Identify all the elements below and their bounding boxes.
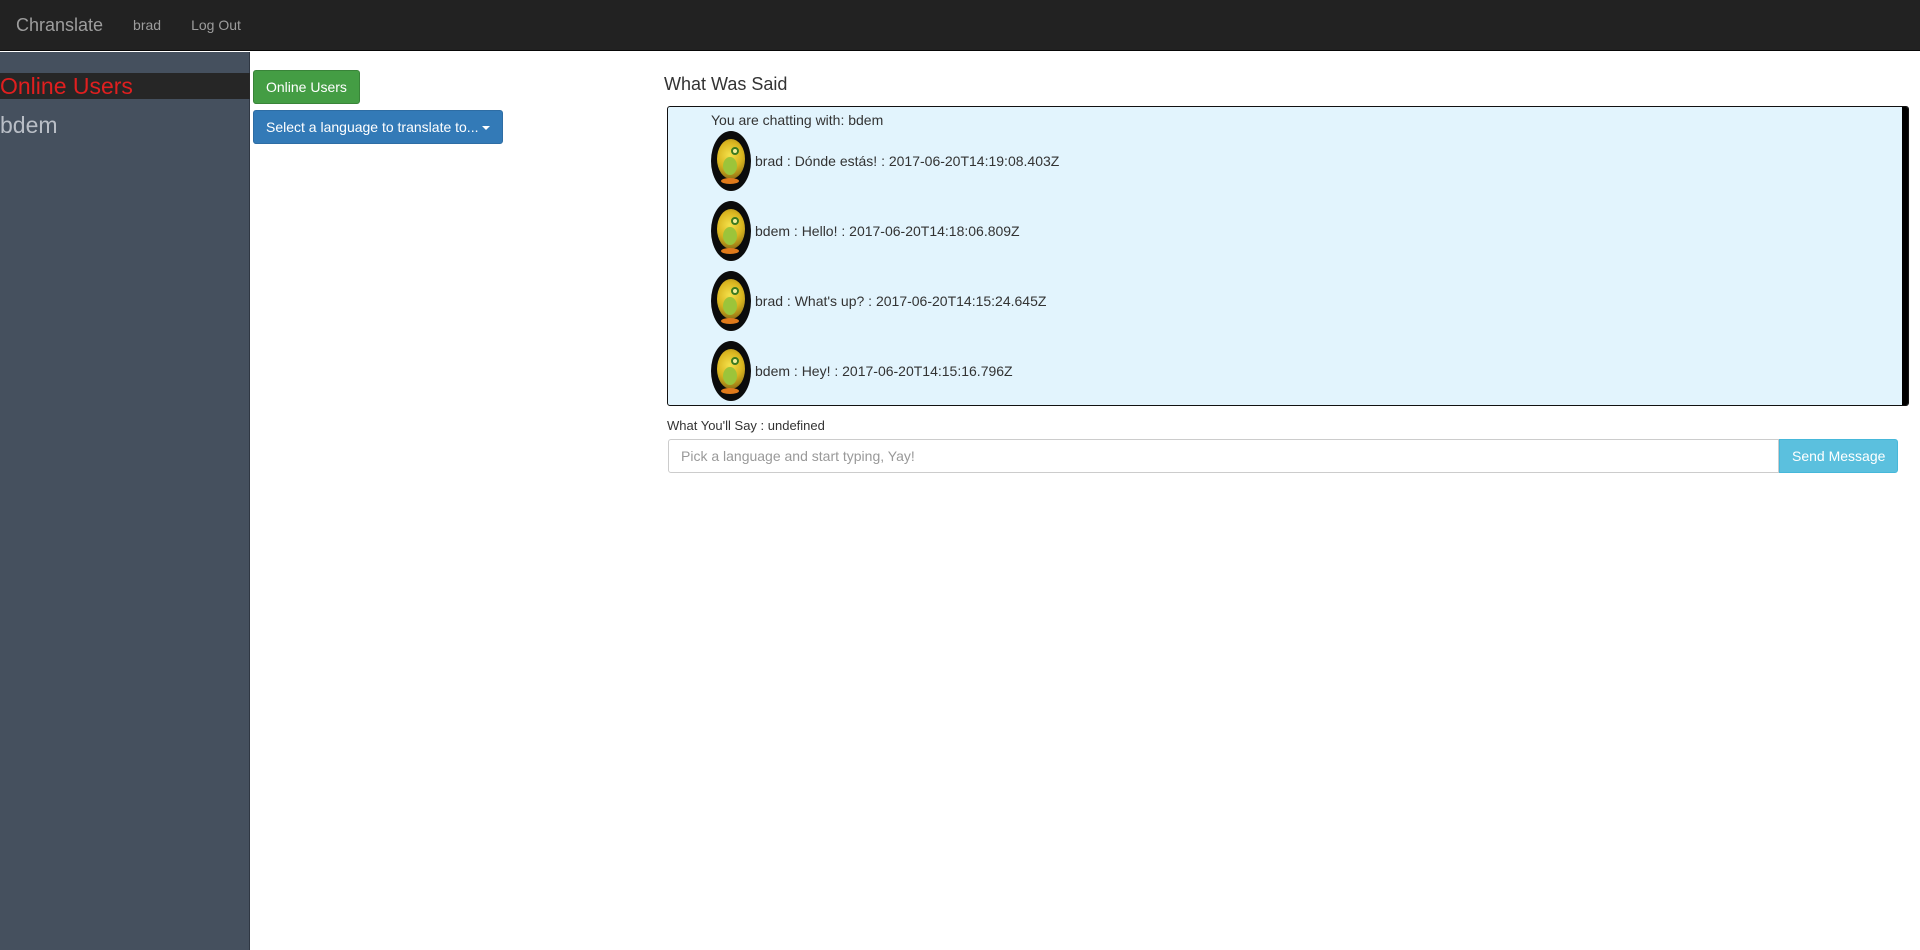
chat-scrollbar[interactable] xyxy=(1902,107,1908,405)
chat-message: brad : Dónde estás! : 2017-06-20T14:19:0… xyxy=(711,131,1059,191)
online-users-button-label: Online Users xyxy=(266,79,347,95)
language-select-button[interactable]: Select a language to translate to... xyxy=(253,110,504,144)
logout-link[interactable]: Log Out xyxy=(191,17,241,33)
brand-link[interactable]: Chranslate xyxy=(16,15,103,36)
send-message-button[interactable]: Send Message xyxy=(1779,439,1899,473)
chat-message: bdem : Hey! : 2017-06-20T14:15:16.796Z xyxy=(711,341,1013,401)
online-users-sidebar: Online Users bdem xyxy=(0,52,250,950)
send-message-label: Send Message xyxy=(1792,448,1886,464)
top-navbar: Chranslate brad Log Out xyxy=(0,0,1920,51)
sidebar-user-item[interactable]: bdem xyxy=(0,112,58,138)
caret-down-icon xyxy=(482,126,491,131)
nav-user-link[interactable]: brad xyxy=(133,17,161,33)
chat-message-text: brad : What's up? : 2017-06-20T14:15:24.… xyxy=(755,293,1047,309)
chat-section-title: What Was Said xyxy=(664,74,788,94)
avatar xyxy=(711,131,751,191)
chat-message-text: brad : Dónde estás! : 2017-06-20T14:19:0… xyxy=(755,153,1060,169)
avatar xyxy=(711,201,751,261)
chat-message: brad : What's up? : 2017-06-20T14:15:24.… xyxy=(711,271,1046,331)
chat-message: bdem : Hello! : 2017-06-20T14:18:06.809Z xyxy=(711,201,1020,261)
composer-label: What You'll Say : undefined xyxy=(667,418,825,433)
chat-log[interactable]: You are chatting with: bdem brad : Dónde… xyxy=(667,106,1909,406)
language-select-label: Select a language to translate to... xyxy=(266,119,479,135)
sidebar-title: Online Users xyxy=(0,73,250,99)
chat-partner-header: You are chatting with: bdem xyxy=(711,112,884,128)
avatar xyxy=(711,341,751,401)
message-input[interactable] xyxy=(668,439,1779,473)
chat-message-text: bdem : Hello! : 2017-06-20T14:18:06.809Z xyxy=(755,223,1020,239)
chat-message-text: bdem : Hey! : 2017-06-20T14:15:16.796Z xyxy=(755,363,1013,379)
online-users-button[interactable]: Online Users xyxy=(253,70,360,104)
avatar xyxy=(711,271,751,331)
